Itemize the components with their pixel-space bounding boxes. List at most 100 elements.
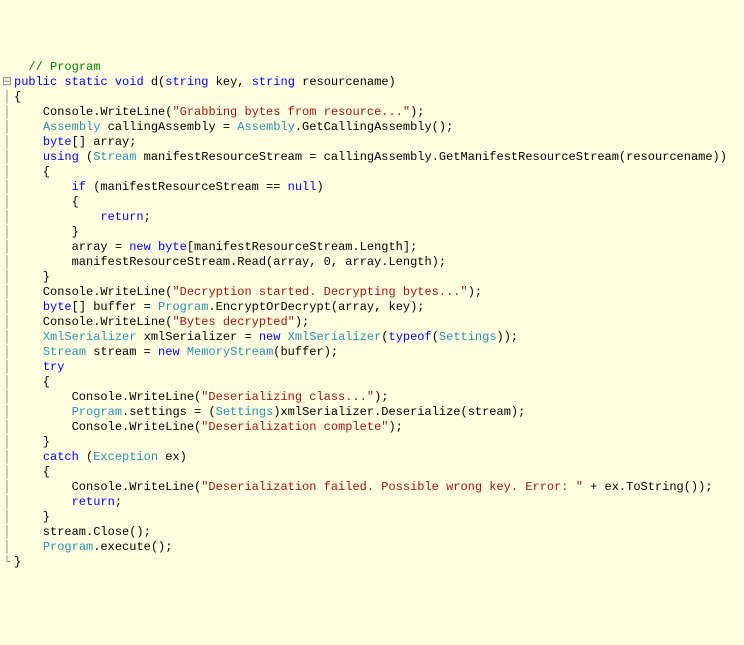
code-line: │ { [0, 195, 744, 210]
fold-gutter-icon[interactable]: ⊟ [0, 75, 14, 90]
code-content: { [14, 375, 50, 389]
code-editor: // Program⊟public static void d(string k… [0, 60, 744, 570]
fold-gutter-icon: │ [0, 435, 14, 450]
token: xmlSerializer = [136, 330, 258, 344]
token [14, 150, 43, 164]
code-line: │ { [0, 375, 744, 390]
code-line: │ stream.Close(); [0, 525, 744, 540]
code-content: Assembly callingAssembly = Assembly.GetC… [14, 120, 453, 134]
token: ); [295, 315, 309, 329]
token: stream = [86, 345, 158, 359]
code-line: │ } [0, 270, 744, 285]
code-line: │ Assembly callingAssembly = Assembly.Ge… [0, 120, 744, 135]
code-line: │ Console.WriteLine("Decryption started.… [0, 285, 744, 300]
fold-gutter-icon: │ [0, 165, 14, 180]
token: public [14, 75, 57, 89]
token: using [43, 150, 79, 164]
token: "Deserialization complete" [201, 420, 388, 434]
code-line: └} [0, 555, 744, 570]
code-content: { [14, 465, 50, 479]
token: } [14, 225, 79, 239]
token: ; [144, 210, 151, 224]
token: Console.WriteLine( [14, 285, 172, 299]
code-content: { [14, 165, 50, 179]
code-line: │ Console.WriteLine("Bytes decrypted"); [0, 315, 744, 330]
code-line: │ Console.WriteLine("Deserializing class… [0, 390, 744, 405]
code-content: Console.WriteLine("Bytes decrypted"); [14, 315, 309, 329]
token: ); [410, 105, 424, 119]
code-content: return; [14, 210, 151, 224]
token [14, 540, 43, 554]
token: string [165, 75, 208, 89]
token [180, 345, 187, 359]
token: Console.WriteLine( [14, 420, 201, 434]
code-line: │ Console.WriteLine("Deserialization com… [0, 420, 744, 435]
token: "Deserializing class..." [201, 390, 374, 404]
token: Assembly [43, 120, 101, 134]
token: ) [316, 180, 323, 194]
code-content: byte[] buffer = Program.EncryptOrDecrypt… [14, 300, 425, 314]
fold-gutter-icon: │ [0, 525, 14, 540]
token: { [14, 195, 79, 209]
code-line: │ { [0, 465, 744, 480]
token: Stream [93, 150, 136, 164]
token: ( [381, 330, 388, 344]
code-content: XmlSerializer xmlSerializer = new XmlSer… [14, 330, 518, 344]
token: try [43, 360, 65, 374]
token [14, 360, 43, 374]
fold-gutter-icon: │ [0, 315, 14, 330]
code-content: public static void d(string key, string … [14, 75, 396, 89]
token [14, 120, 43, 134]
token: Exception [93, 450, 158, 464]
token [14, 450, 43, 464]
token: [manifestResourceStream.Length]; [187, 240, 417, 254]
fold-gutter-icon: │ [0, 255, 14, 270]
code-content: Console.WriteLine("Grabbing bytes from r… [14, 105, 424, 119]
code-content: Stream stream = new MemoryStream(buffer)… [14, 345, 338, 359]
fold-gutter-icon: │ [0, 540, 14, 555]
token: .execute(); [93, 540, 172, 554]
token [14, 300, 43, 314]
fold-gutter-icon: │ [0, 150, 14, 165]
code-content: if (manifestResourceStream == null) [14, 180, 324, 194]
token: new [259, 330, 281, 344]
fold-gutter-icon: │ [0, 105, 14, 120]
code-content: } [14, 225, 79, 239]
token: "Decryption started. Decrypting bytes...… [172, 285, 467, 299]
token [108, 75, 115, 89]
fold-gutter-icon: │ [0, 210, 14, 225]
code-content: stream.Close(); [14, 525, 151, 539]
fold-gutter-icon: │ [0, 135, 14, 150]
fold-gutter-icon: │ [0, 345, 14, 360]
code-line: │ XmlSerializer xmlSerializer = new XmlS… [0, 330, 744, 345]
fold-gutter-icon: │ [0, 360, 14, 375]
code-line: │ byte[] buffer = Program.EncryptOrDecry… [0, 300, 744, 315]
token [280, 330, 287, 344]
token: { [14, 465, 50, 479]
token: static [64, 75, 107, 89]
code-content: } [14, 435, 50, 449]
token [14, 495, 72, 509]
fold-gutter-icon: │ [0, 195, 14, 210]
token: XmlSerializer [288, 330, 382, 344]
fold-gutter-icon: │ [0, 120, 14, 135]
token: return [72, 495, 115, 509]
token: Console.WriteLine( [14, 390, 201, 404]
fold-gutter-icon: │ [0, 375, 14, 390]
code-line: │{ [0, 90, 744, 105]
token: null [288, 180, 317, 194]
token [151, 240, 158, 254]
fold-gutter-icon: │ [0, 225, 14, 240]
fold-gutter-icon: │ [0, 180, 14, 195]
token: .EncryptOrDecrypt(array, key); [208, 300, 424, 314]
token: if [72, 180, 86, 194]
code-content: } [14, 555, 21, 569]
token: return [100, 210, 143, 224]
code-content: // Program [14, 60, 100, 74]
token: callingAssembly = [100, 120, 237, 134]
token: } [14, 510, 50, 524]
token: "Deserialization failed. Possible wrong … [201, 480, 583, 494]
code-line: // Program [0, 60, 744, 75]
token: d( [144, 75, 166, 89]
token: byte [43, 300, 72, 314]
